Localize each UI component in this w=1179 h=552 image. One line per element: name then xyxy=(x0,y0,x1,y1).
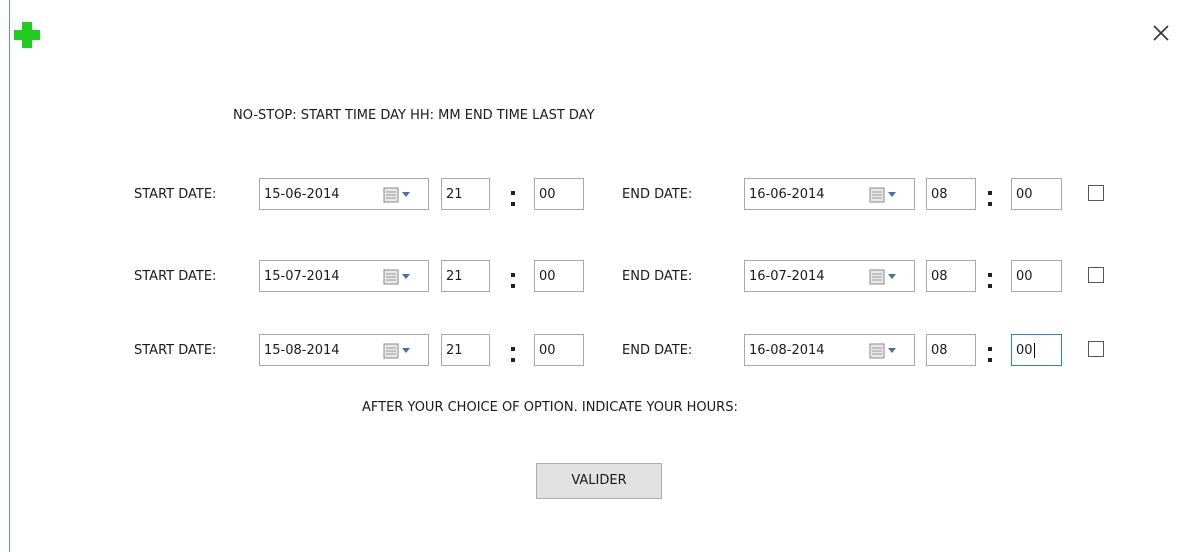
start-date-picker[interactable]: 15-06-2014 xyxy=(259,178,429,210)
end-date-picker[interactable]: 16-06-2014 xyxy=(744,178,915,210)
calendar-dropdown-icon[interactable] xyxy=(380,186,424,204)
end-minute-field[interactable]: 00 xyxy=(1011,178,1062,210)
end-minute-field[interactable]: 00 xyxy=(1011,260,1062,292)
end-minute-field[interactable]: 00 xyxy=(1011,334,1062,366)
start-hour-field[interactable]: 21 xyxy=(441,178,490,210)
valider-button[interactable]: VALIDER xyxy=(536,463,662,499)
text-caret xyxy=(1033,343,1035,358)
dialog-window: NO-STOP: START TIME DAY HH: MM END TIME … xyxy=(0,0,1179,552)
end-date-label: END DATE: xyxy=(622,343,693,358)
start-date-label: START DATE: xyxy=(134,187,217,202)
end-date-value: 16-08-2014 xyxy=(749,343,825,358)
end-minute-value-wrap: 00 xyxy=(1016,335,1035,367)
start-date-label: START DATE: xyxy=(134,269,217,284)
start-minute-value: 00 xyxy=(539,343,556,358)
start-minute-value: 00 xyxy=(539,269,556,284)
start-hour-field[interactable]: 21 xyxy=(441,334,490,366)
end-date-value: 16-07-2014 xyxy=(749,269,825,284)
end-hour-field[interactable]: 08 xyxy=(926,334,976,366)
end-date-value: 16-06-2014 xyxy=(749,187,825,202)
calendar-dropdown-icon[interactable] xyxy=(380,268,424,286)
start-date-value: 15-07-2014 xyxy=(264,269,340,284)
end-date-picker[interactable]: 16-08-2014 xyxy=(744,334,915,366)
date-row-3: START DATE: 15-08-2014 21 00 END DATE: 1… xyxy=(0,334,1179,368)
row-checkbox[interactable] xyxy=(1088,267,1104,283)
end-minute-value: 00 xyxy=(1016,343,1033,358)
row-checkbox[interactable] xyxy=(1088,185,1104,201)
end-date-label: END DATE: xyxy=(622,187,693,202)
start-minute-field[interactable]: 00 xyxy=(534,334,584,366)
end-hour-field[interactable]: 08 xyxy=(926,260,976,292)
end-date-label: END DATE: xyxy=(622,269,693,284)
end-date-picker[interactable]: 16-07-2014 xyxy=(744,260,915,292)
end-hour-value: 08 xyxy=(931,187,948,202)
start-hour-value: 21 xyxy=(446,343,463,358)
start-minute-field[interactable]: 00 xyxy=(534,178,584,210)
start-date-picker[interactable]: 15-07-2014 xyxy=(259,260,429,292)
time-separator xyxy=(508,178,518,212)
date-row-2: START DATE: 15-07-2014 21 00 END DATE: 1… xyxy=(0,260,1179,294)
end-hour-field[interactable]: 08 xyxy=(926,178,976,210)
hint-text: AFTER YOUR CHOICE OF OPTION. INDICATE YO… xyxy=(362,400,738,415)
time-separator xyxy=(985,334,995,368)
time-separator xyxy=(508,260,518,294)
time-separator xyxy=(985,178,995,212)
start-hour-value: 21 xyxy=(446,187,463,202)
end-minute-value: 00 xyxy=(1016,269,1033,284)
start-date-picker[interactable]: 15-08-2014 xyxy=(259,334,429,366)
end-hour-value: 08 xyxy=(931,269,948,284)
start-hour-value: 21 xyxy=(446,269,463,284)
calendar-dropdown-icon[interactable] xyxy=(866,342,910,360)
green-cross-icon xyxy=(14,22,40,48)
page-title: NO-STOP: START TIME DAY HH: MM END TIME … xyxy=(233,108,595,123)
calendar-dropdown-icon[interactable] xyxy=(866,268,910,286)
time-separator xyxy=(985,260,995,294)
time-separator xyxy=(508,334,518,368)
start-date-value: 15-06-2014 xyxy=(264,187,340,202)
close-icon[interactable] xyxy=(1150,22,1172,44)
start-date-label: START DATE: xyxy=(134,343,217,358)
date-row-1: START DATE: 15-06-2014 21 00 END DATE: 1… xyxy=(0,178,1179,212)
end-hour-value: 08 xyxy=(931,343,948,358)
calendar-dropdown-icon[interactable] xyxy=(380,342,424,360)
start-date-value: 15-08-2014 xyxy=(264,343,340,358)
row-checkbox[interactable] xyxy=(1088,341,1104,357)
end-minute-value: 00 xyxy=(1016,187,1033,202)
start-minute-field[interactable]: 00 xyxy=(534,260,584,292)
start-minute-value: 00 xyxy=(539,187,556,202)
start-hour-field[interactable]: 21 xyxy=(441,260,490,292)
calendar-dropdown-icon[interactable] xyxy=(866,186,910,204)
